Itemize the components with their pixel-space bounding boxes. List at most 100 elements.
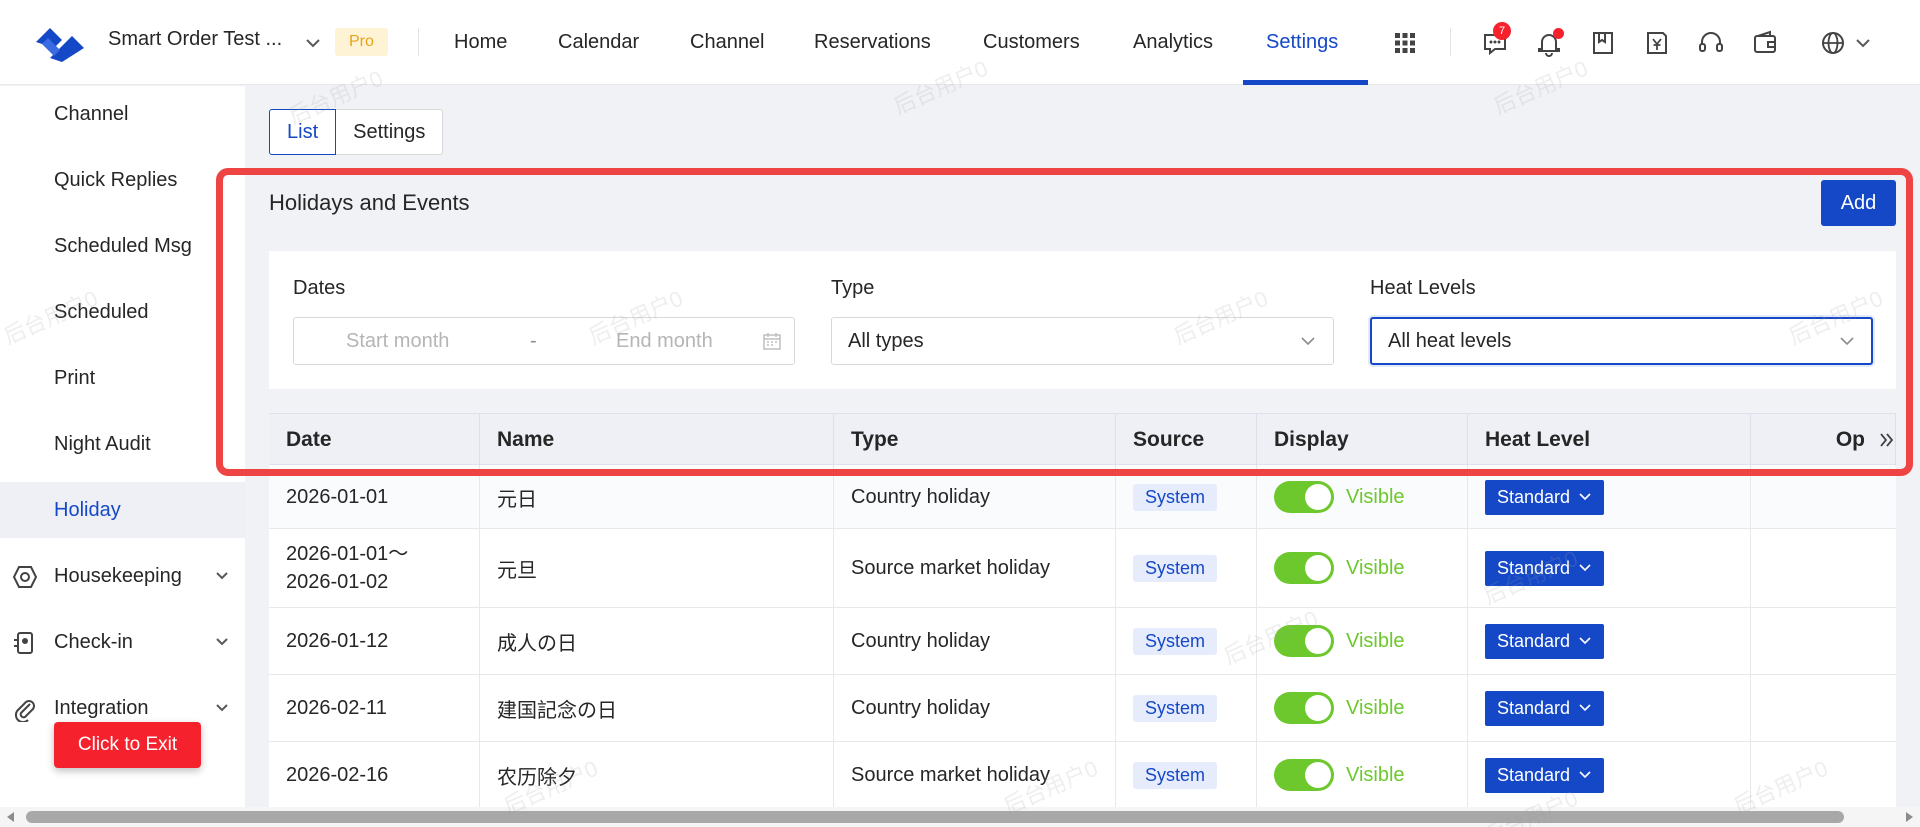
- heat-level-dropdown[interactable]: Standard: [1485, 690, 1605, 726]
- column-header-date[interactable]: Date: [269, 414, 480, 466]
- cell-source: System: [1116, 675, 1257, 741]
- source-tag: System: [1133, 694, 1218, 722]
- table-row[interactable]: 2026-02-16 农历除夕 Source market holiday Syste…: [269, 742, 1896, 807]
- check-in-icon: [14, 632, 33, 654]
- message-count-badge: 7: [1493, 22, 1511, 40]
- date-text: 2026-02-11: [286, 697, 387, 719]
- sidebar-item-quick-replies[interactable]: Quick Replies: [0, 152, 245, 208]
- sidebar-group-check-in[interactable]: Check-in: [0, 614, 245, 670]
- tab-settings[interactable]: Settings: [336, 110, 442, 154]
- heat-level-select[interactable]: All heat levels: [1370, 317, 1873, 365]
- source-tag: System: [1133, 761, 1218, 789]
- scrollbar-thumb[interactable]: [26, 811, 1844, 823]
- brand-logo-icon[interactable]: [32, 22, 88, 64]
- heat-level-select-value: All heat levels: [1388, 329, 1512, 352]
- column-header-type[interactable]: Type: [834, 414, 1116, 466]
- scroll-right-arrow-icon[interactable]: [1902, 810, 1916, 824]
- sidebar-item-scheduled-msg[interactable]: Scheduled Msg: [0, 218, 245, 274]
- date-range-picker[interactable]: Start month - End month: [293, 317, 795, 365]
- table-row[interactable]: 2026-01-12 成人の日 Country holiday System Visib…: [269, 608, 1896, 675]
- heat-level-dropdown[interactable]: Standard: [1485, 623, 1605, 659]
- sidebar-item-print[interactable]: Print: [0, 350, 245, 406]
- invoice-yen-icon[interactable]: [1643, 29, 1671, 57]
- cell-type: Country holiday: [834, 675, 1116, 741]
- tab-list[interactable]: List: [269, 109, 337, 155]
- chevron-down-icon: [1579, 493, 1591, 501]
- cell-display: Visible: [1257, 742, 1468, 807]
- cell-date: 2026-01-01～ 2026-01-02: [269, 529, 480, 607]
- add-button[interactable]: Add: [1821, 180, 1896, 226]
- chevron-down-icon[interactable]: [302, 32, 324, 54]
- cell-source: System: [1116, 466, 1257, 528]
- heat-level-dropdown[interactable]: Standard: [1485, 550, 1605, 586]
- cell-name: 建国記念の日: [480, 675, 834, 741]
- scroll-left-arrow-icon[interactable]: [4, 810, 18, 824]
- sidebar-group-label: Check-in: [54, 630, 133, 653]
- cell-name: 农历除夕: [480, 742, 834, 807]
- sidebar-item-holiday[interactable]: Holiday: [0, 482, 245, 538]
- cell-type: Country holiday: [834, 466, 1116, 528]
- cell-heat-level: Standard: [1468, 608, 1751, 674]
- display-toggle[interactable]: [1274, 759, 1334, 791]
- heat-level-dropdown[interactable]: Standard: [1485, 479, 1605, 515]
- nav-settings[interactable]: Settings: [1266, 0, 1338, 85]
- nav-analytics[interactable]: Analytics: [1133, 0, 1213, 85]
- apps-grid-icon[interactable]: [1391, 29, 1419, 57]
- display-status: Visible: [1346, 485, 1405, 508]
- wallet-icon[interactable]: [1751, 29, 1779, 57]
- chevron-down-icon: [1840, 337, 1854, 346]
- sidebar-item-night-audit[interactable]: Night Audit: [0, 416, 245, 472]
- start-month-input[interactable]: Start month: [346, 330, 449, 353]
- column-header-source[interactable]: Source: [1116, 414, 1257, 466]
- column-header-name[interactable]: Name: [480, 414, 834, 466]
- table-row[interactable]: 2026-01-01～ 2026-01-02 元旦 Source market ho…: [269, 529, 1896, 608]
- heat-level-label: Standard: [1497, 764, 1571, 785]
- bookmark-icon[interactable]: [1589, 29, 1617, 57]
- top-bar: Smart Order Test ... Pro Home Calendar C…: [0, 0, 1920, 85]
- table-row[interactable]: 2026-01-01 元日 Country holiday System Visible…: [269, 466, 1896, 529]
- cell-operations: [1751, 529, 1896, 607]
- chevron-down-icon: [1579, 637, 1591, 645]
- end-month-input[interactable]: End month: [616, 330, 713, 353]
- display-toggle[interactable]: [1274, 481, 1334, 513]
- chevron-down-icon: [216, 638, 228, 646]
- nav-customers[interactable]: Customers: [983, 0, 1080, 85]
- display-status: Visible: [1346, 763, 1405, 786]
- cell-type: Source market holiday: [834, 742, 1116, 807]
- settings-sidebar: Channel Quick Replies Scheduled Msg Sche…: [0, 86, 245, 807]
- chevron-down-icon[interactable]: [1852, 29, 1874, 57]
- date-text: 2026-01-01～ 2026-01-02: [286, 543, 409, 593]
- table-header: Date Name Type Source Display Heat Level…: [269, 413, 1896, 466]
- cell-name: 元旦: [480, 529, 834, 607]
- cell-display: Visible: [1257, 608, 1468, 674]
- sidebar-item-channel[interactable]: Channel: [0, 86, 245, 142]
- cell-date: 2026-02-11: [269, 675, 480, 741]
- globe-icon[interactable]: [1819, 29, 1847, 57]
- nav-calendar[interactable]: Calendar: [558, 0, 639, 85]
- nav-home[interactable]: Home: [454, 0, 507, 85]
- horizontal-scrollbar[interactable]: [0, 807, 1920, 827]
- cell-display: Visible: [1257, 675, 1468, 741]
- display-toggle[interactable]: [1274, 552, 1334, 584]
- sidebar-group-label: Housekeeping: [54, 564, 182, 587]
- exit-button[interactable]: Click to Exit: [54, 722, 201, 768]
- table-row[interactable]: 2026-02-11 建国記念の日 Country holiday System Vis…: [269, 675, 1896, 742]
- heat-level-label: Standard: [1497, 557, 1571, 578]
- display-toggle[interactable]: [1274, 692, 1334, 724]
- org-name[interactable]: Smart Order Test ...: [108, 28, 282, 51]
- headset-icon[interactable]: [1697, 29, 1725, 57]
- display-toggle[interactable]: [1274, 625, 1334, 657]
- column-header-display[interactable]: Display: [1257, 414, 1468, 466]
- source-tag: System: [1133, 627, 1218, 655]
- chevron-down-icon: [216, 704, 228, 712]
- double-chevron-right-icon[interactable]: [1879, 431, 1895, 449]
- nav-channel[interactable]: Channel: [690, 0, 765, 85]
- column-header-heat-level[interactable]: Heat Level: [1468, 414, 1751, 466]
- heat-level-dropdown[interactable]: Standard: [1485, 757, 1605, 793]
- type-select[interactable]: All types: [831, 317, 1334, 365]
- nav-reservations[interactable]: Reservations: [814, 0, 931, 85]
- page-title: Holidays and Events: [269, 190, 470, 215]
- column-header-operations[interactable]: Op: [1751, 414, 1896, 466]
- sidebar-item-scheduled[interactable]: Scheduled: [0, 284, 245, 340]
- sidebar-group-housekeeping[interactable]: Housekeeping: [0, 548, 245, 604]
